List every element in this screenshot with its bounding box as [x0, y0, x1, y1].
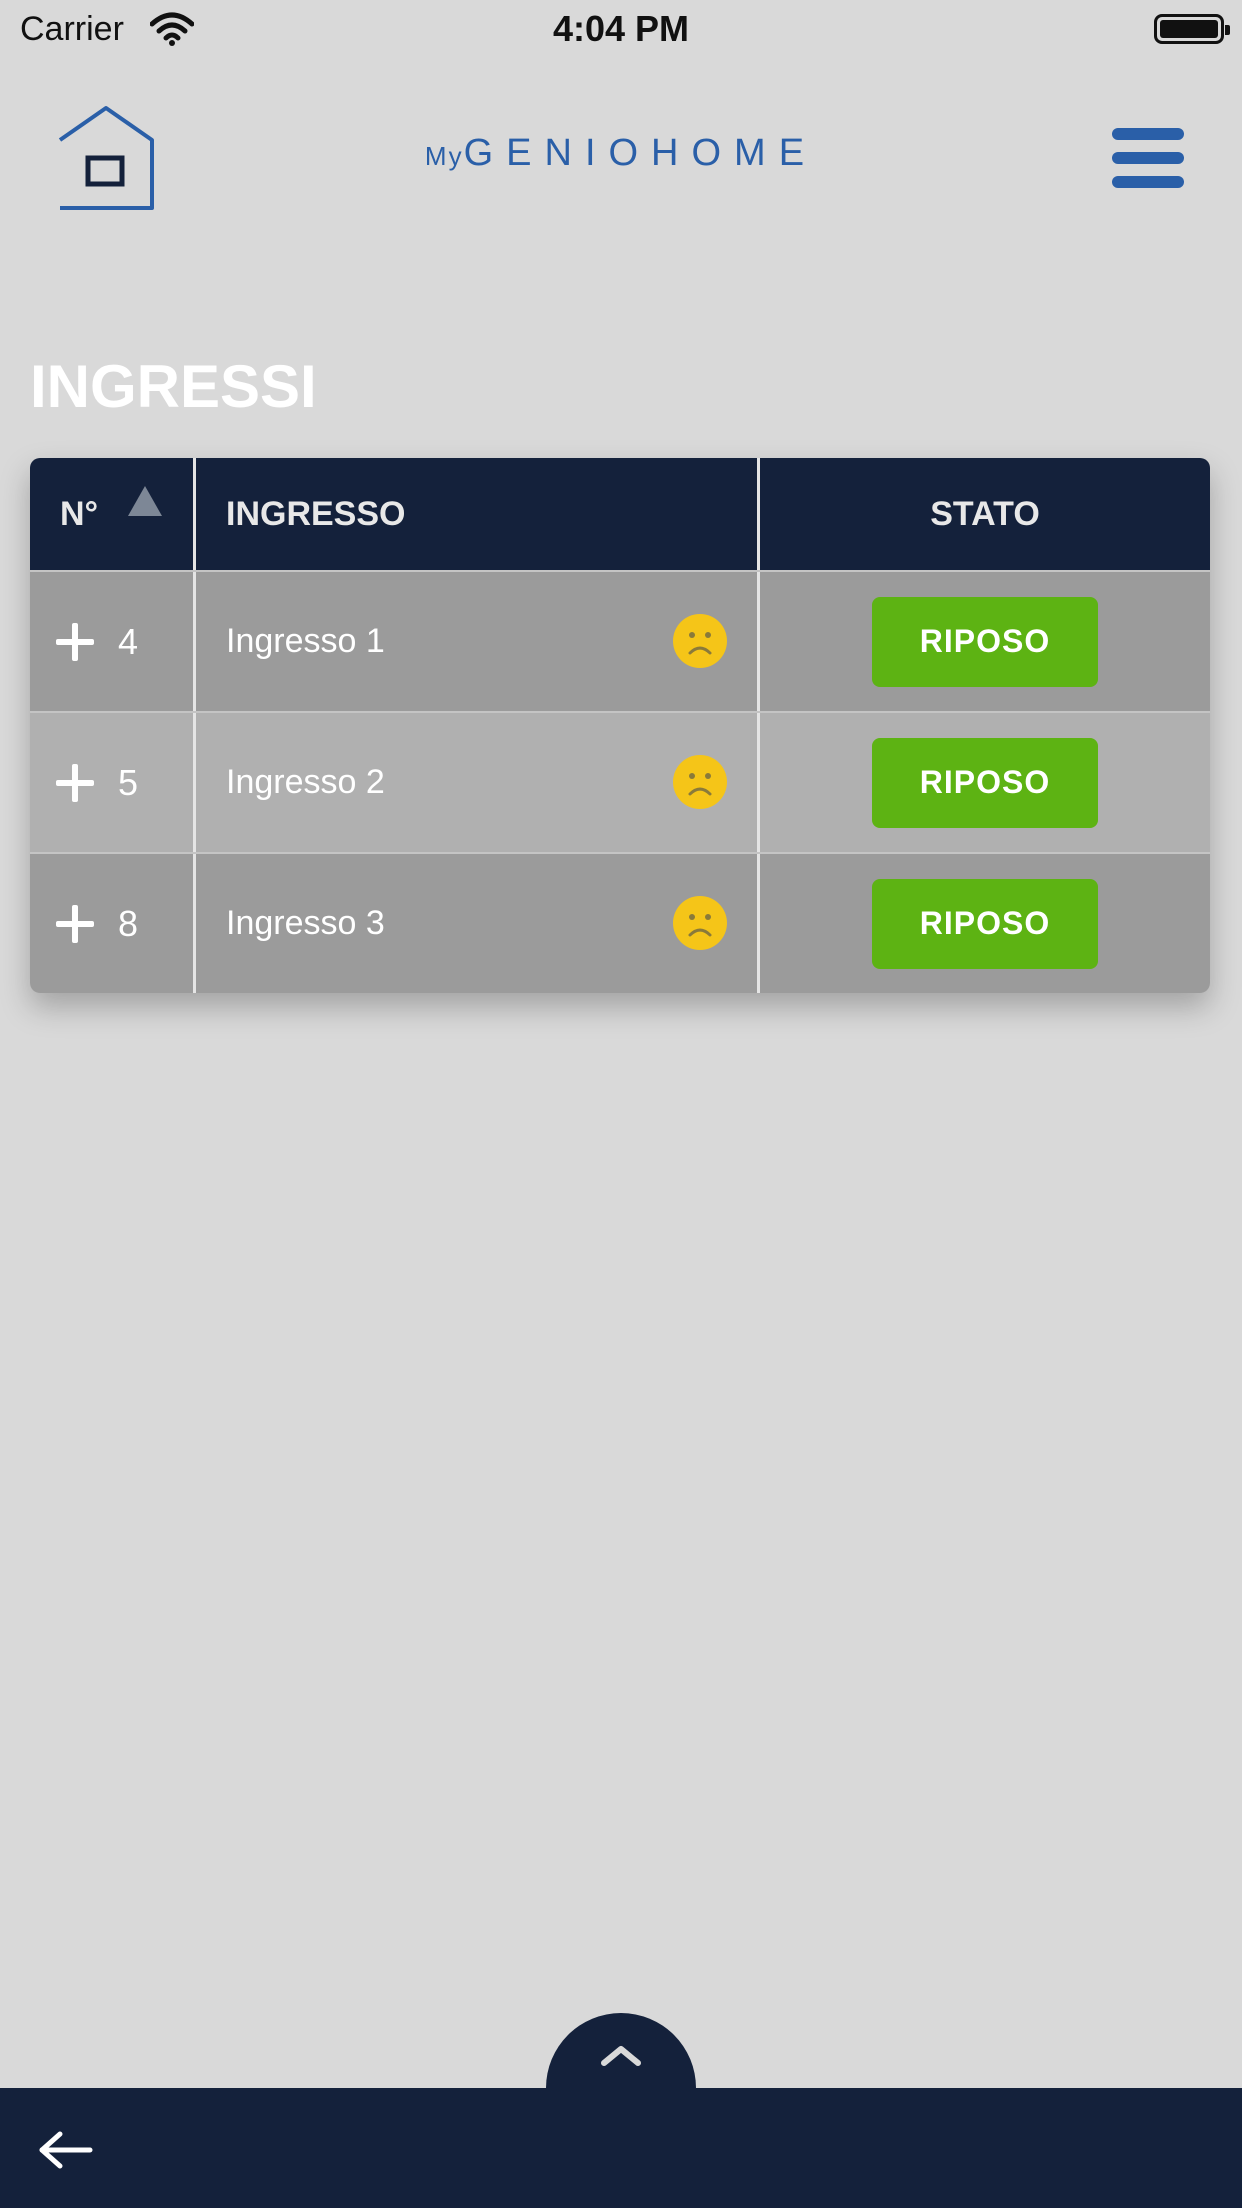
- row-number-cell: 5: [30, 713, 196, 852]
- column-header-state[interactable]: STATO: [760, 458, 1210, 570]
- table-row: 5 Ingresso 2 RIPOSO: [30, 711, 1210, 852]
- row-name-cell: Ingresso 1: [196, 572, 760, 711]
- column-header-label: STATO: [930, 494, 1040, 533]
- chevron-up-icon: [601, 2046, 641, 2066]
- expand-plus-icon[interactable]: [56, 763, 94, 802]
- table-row: 8 Ingresso 3 RIPOSO: [30, 852, 1210, 993]
- table-row: 4 Ingresso 1 RIPOSO: [30, 570, 1210, 711]
- column-header-label: N°: [60, 494, 99, 533]
- app-logo: MyGENIOHOME: [0, 132, 1242, 175]
- hamburger-menu-icon[interactable]: [1112, 128, 1184, 188]
- sad-face-icon: [673, 614, 727, 668]
- status-time: 4:04 PM: [552, 8, 690, 49]
- bottom-bar: [0, 2088, 1242, 2208]
- column-header-input[interactable]: INGRESSO: [196, 458, 760, 570]
- sort-ascending-icon: [128, 486, 162, 516]
- sad-face-icon: [673, 755, 727, 809]
- row-state-cell: RIPOSO: [760, 713, 1210, 852]
- sad-face-icon: [673, 896, 727, 950]
- page-title: INGRESSI: [30, 353, 317, 420]
- row-number: 5: [118, 761, 139, 803]
- row-state-cell: RIPOSO: [760, 572, 1210, 711]
- row-name-cell: Ingresso 3: [196, 854, 760, 993]
- input-name: Ingresso 1: [226, 622, 385, 660]
- expand-plus-icon[interactable]: [56, 904, 94, 943]
- row-number: 4: [118, 620, 139, 662]
- inputs-table: N° INGRESSO STATO 4 Ingresso 1 RIPOSO 5 …: [30, 458, 1210, 993]
- state-button[interactable]: RIPOSO: [872, 737, 1098, 828]
- column-header-number[interactable]: N°: [30, 458, 196, 570]
- row-number-cell: 4: [30, 572, 196, 711]
- expand-plus-icon[interactable]: [56, 622, 94, 661]
- status-bar: Carrier 4:04 PM: [0, 0, 1242, 64]
- row-number: 8: [118, 902, 139, 944]
- row-state-cell: RIPOSO: [760, 854, 1210, 993]
- row-name-cell: Ingresso 2: [196, 713, 760, 852]
- row-number-cell: 8: [30, 854, 196, 993]
- input-name: Ingresso 2: [226, 763, 385, 801]
- arrow-left-icon: [39, 2131, 93, 2169]
- logo-prefix: My: [424, 141, 464, 171]
- input-name: Ingresso 3: [226, 904, 385, 942]
- logo-name: GENIOHOME: [463, 132, 818, 174]
- state-button[interactable]: RIPOSO: [872, 596, 1098, 687]
- column-header-label: INGRESSO: [226, 494, 406, 533]
- state-button[interactable]: RIPOSO: [872, 878, 1098, 969]
- table-header: N° INGRESSO STATO: [30, 458, 1210, 570]
- battery-icon: [1154, 14, 1230, 44]
- back-button[interactable]: [36, 2126, 96, 2174]
